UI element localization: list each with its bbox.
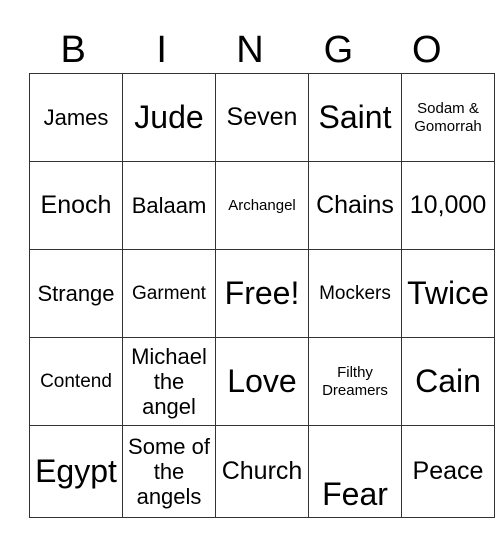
grid-row: Strange Garment Free! Mockers Twice: [29, 249, 495, 338]
bingo-cell[interactable]: 10,000: [401, 161, 495, 250]
bingo-cell[interactable]: Cain: [401, 337, 495, 426]
header-letter-o: O: [412, 29, 442, 71]
bingo-cell[interactable]: Egypt: [29, 425, 123, 518]
bingo-cell[interactable]: Chains: [308, 161, 402, 250]
bingo-cell[interactable]: Garment: [122, 249, 216, 338]
bingo-cell[interactable]: Strange: [29, 249, 123, 338]
bingo-cell[interactable]: Love: [215, 337, 309, 426]
bingo-cell[interactable]: James: [29, 73, 123, 162]
header-letter-b: B: [60, 29, 86, 71]
bingo-card-grid: James Jude Seven Saint Sodam & Gomorrah …: [29, 73, 495, 518]
bingo-cell[interactable]: Enoch: [29, 161, 123, 250]
bingo-cell[interactable]: Balaam: [122, 161, 216, 250]
bingo-header: B I N G O: [29, 28, 471, 72]
bingo-cell[interactable]: Fear: [308, 425, 402, 518]
bingo-cell[interactable]: Sodam & Gomorrah: [401, 73, 495, 162]
bingo-cell[interactable]: Archangel: [215, 161, 309, 250]
header-letter-i: I: [156, 29, 167, 71]
bingo-cell[interactable]: Seven: [215, 73, 309, 162]
free-space-cell[interactable]: Free!: [215, 249, 309, 338]
header-letter-g: G: [323, 29, 354, 71]
bingo-cell[interactable]: Saint: [308, 73, 402, 162]
grid-row: Contend Michael the angel Love Filthy Dr…: [29, 337, 495, 426]
grid-row: Enoch Balaam Archangel Chains 10,000: [29, 161, 495, 250]
bingo-cell[interactable]: Peace: [401, 425, 495, 518]
bingo-cell[interactable]: Filthy Dreamers: [308, 337, 402, 426]
grid-row: Egypt Some of the angels Church Fear Pea…: [29, 425, 495, 518]
bingo-cell[interactable]: Church: [215, 425, 309, 518]
bingo-cell[interactable]: Michael the angel: [122, 337, 216, 426]
header-letter-n: N: [236, 29, 264, 71]
bingo-cell[interactable]: Some of the angels: [122, 425, 216, 518]
bingo-cell[interactable]: Twice: [401, 249, 495, 338]
bingo-cell[interactable]: Mockers: [308, 249, 402, 338]
bingo-cell[interactable]: Contend: [29, 337, 123, 426]
bingo-cell[interactable]: Jude: [122, 73, 216, 162]
grid-row: James Jude Seven Saint Sodam & Gomorrah: [29, 73, 495, 162]
